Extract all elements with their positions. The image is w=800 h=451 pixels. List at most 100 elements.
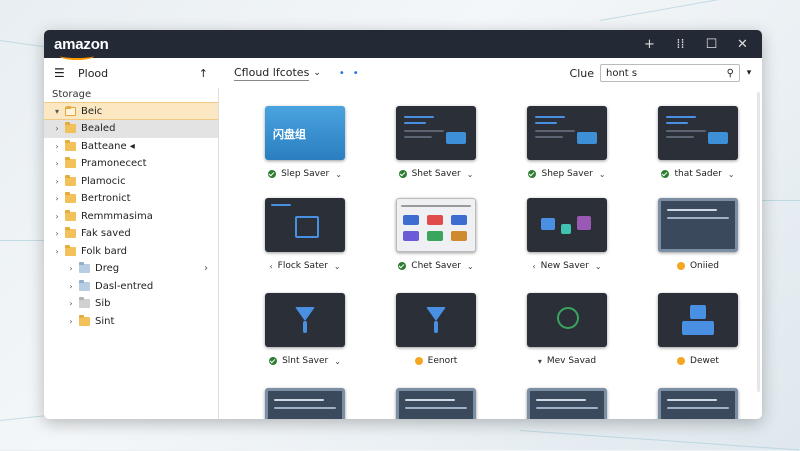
chevron-down-icon[interactable]: ⌄ (595, 262, 602, 271)
chevron-down-icon[interactable]: ⌄ (313, 68, 321, 78)
sidebar-item-label: Fak saved (81, 228, 131, 240)
status-dot-icon (677, 357, 686, 365)
chevron-down-icon[interactable]: ⌄ (599, 170, 606, 179)
chevron-right-icon[interactable]: › (66, 299, 76, 308)
sidebar-item[interactable]: › Bealed (44, 120, 218, 138)
file-tile[interactable]: Chet Saver ⌄ (380, 198, 492, 271)
sidebar-item[interactable]: › Fak saved (44, 225, 218, 243)
more-dots-icon[interactable]: •• (339, 68, 367, 79)
file-tile[interactable]: ‹ New Saver ⌄ (511, 198, 623, 271)
tile-caption-text: Slnt Saver (282, 356, 329, 366)
tile-caption: Chet Saver ⌄ (380, 261, 492, 271)
file-tile[interactable]: ‹ Flock Sater ⌄ (249, 198, 361, 271)
sidebar-header-label: Plood (78, 66, 109, 80)
search-input[interactable]: hont s ⚲ (600, 64, 740, 82)
chevron-right-icon[interactable]: › (66, 264, 76, 273)
file-tile[interactable] (511, 388, 623, 419)
thumb-bar (535, 136, 563, 138)
maximize-button[interactable]: ☐ (696, 30, 727, 58)
chevron-down-icon[interactable]: ⌄ (467, 170, 474, 179)
chevron-down-icon[interactable]: ⌄ (335, 170, 342, 179)
chevron-down-icon[interactable]: ⌄ (467, 262, 474, 271)
tile-thumbnail (658, 198, 738, 252)
up-arrow-icon[interactable]: ↑ (199, 67, 208, 80)
close-button[interactable]: ✕ (727, 30, 758, 58)
chevron-down-icon[interactable]: ⌄ (334, 262, 341, 271)
caption-prefix-icon: ‹ (269, 261, 273, 271)
file-tile[interactable] (380, 388, 492, 419)
file-tile[interactable]: Slnt Saver ⌄ (249, 293, 361, 366)
thumb-bar (666, 136, 694, 138)
new-tab-button[interactable]: + (634, 30, 665, 58)
sidebar-item[interactable]: › Bertronict (44, 190, 218, 208)
thumb-bar (667, 407, 729, 409)
sidebar-item[interactable]: › Batteane ◂ (44, 138, 218, 156)
tile-caption-text: Shet Saver (411, 169, 461, 179)
sidebar-item[interactable]: › Pramonecect (44, 155, 218, 173)
file-tile[interactable]: ▾ Mev Savad (511, 293, 623, 366)
sidebar-item[interactable]: › Dasl-entred (44, 278, 218, 296)
thumb-block (446, 132, 466, 144)
file-tile[interactable]: Shet Saver ⌄ (380, 106, 492, 179)
chevron-right-icon[interactable]: › (52, 229, 62, 238)
tile-caption: Shet Saver ⌄ (380, 169, 492, 179)
file-tile[interactable]: 闪盘组 Slep Saver ⌄ (249, 106, 361, 179)
chevron-right-icon[interactable]: › (66, 282, 76, 291)
sidebar-header: ☰ Plood ↑ (44, 58, 218, 88)
thumbnail-title: 闪盘组 (273, 128, 306, 141)
background-line (762, 200, 800, 201)
sidebar-item[interactable]: › Dreg › (44, 260, 218, 278)
more-options-icon[interactable]: ▾ (740, 68, 758, 78)
file-tile[interactable]: Dewet (642, 293, 754, 366)
breadcrumb[interactable]: Cfloud lfcotes (234, 66, 310, 81)
thumb-bar (666, 116, 696, 118)
hamburger-icon[interactable]: ☰ (54, 66, 66, 80)
file-tile[interactable] (249, 388, 361, 419)
chevron-right-icon[interactable]: › (52, 194, 62, 203)
thumb-bar (666, 122, 688, 124)
file-tile[interactable]: Shep Saver ⌄ (511, 106, 623, 179)
chevron-right-icon[interactable]: › (52, 177, 62, 186)
tile-caption-text: Chet Saver (411, 261, 461, 271)
thumb-block (690, 305, 706, 319)
chevron-right-icon[interactable]: › (52, 124, 62, 133)
thumb-block (403, 231, 419, 241)
chevron-right-icon[interactable]: › (52, 247, 62, 256)
thumb-block (427, 215, 443, 225)
chevron-down-icon[interactable]: ⌄ (728, 170, 735, 179)
check-circle-icon (398, 170, 407, 178)
sidebar-item[interactable]: › Sib (44, 295, 218, 313)
thumb-block (451, 215, 467, 225)
path-bar: Cfloud lfcotes ⌄ •• Clue hont s ⚲ ▾ (218, 58, 762, 88)
sidebar-item-label: Dasl-entred (95, 280, 154, 292)
tile-thumbnail (658, 106, 738, 160)
folder-tree: ▾ Beic › Bealed › Batteane ◂ › Pramonecect › Plam… (44, 102, 218, 330)
scrollbar[interactable] (757, 92, 760, 392)
tile-thumbnail: 闪盘组 (265, 106, 345, 160)
chevron-right-icon[interactable]: › (52, 212, 62, 221)
chevron-right-icon[interactable]: › (66, 317, 76, 326)
background-line (519, 430, 800, 451)
toolbar: ☰ Plood ↑ Cfloud lfcotes ⌄ •• Clue hont … (44, 58, 762, 88)
chevron-right-icon[interactable]: › (204, 263, 208, 274)
thumb-bar (274, 399, 324, 401)
file-tile[interactable]: that Sader ⌄ (642, 106, 754, 179)
chevron-down-icon[interactable]: ⌄ (334, 357, 341, 366)
file-tile[interactable]: Eenort (380, 293, 492, 366)
search-icon[interactable]: ⚲ (727, 68, 734, 79)
grid-menu-button[interactable]: ⁞⁞ (665, 30, 696, 58)
sidebar-item[interactable]: › Folk bard (44, 243, 218, 261)
chevron-right-icon[interactable]: › (52, 142, 62, 151)
sidebar-item[interactable]: › Plamocic (44, 173, 218, 191)
sidebar-item[interactable]: ▾ Beic (44, 102, 218, 120)
background-line (0, 240, 44, 241)
chevron-down-icon[interactable]: ▾ (52, 107, 62, 116)
chevron-right-icon[interactable]: › (52, 159, 62, 168)
tile-caption: Shep Saver ⌄ (511, 169, 623, 179)
sidebar-item[interactable]: › Sint (44, 313, 218, 331)
thumb-bar (404, 122, 426, 124)
tile-caption-text: Flock Sater (277, 261, 328, 271)
file-tile[interactable]: Oniied (642, 198, 754, 271)
sidebar-item[interactable]: › Remmmasima (44, 208, 218, 226)
file-tile[interactable] (642, 388, 754, 419)
